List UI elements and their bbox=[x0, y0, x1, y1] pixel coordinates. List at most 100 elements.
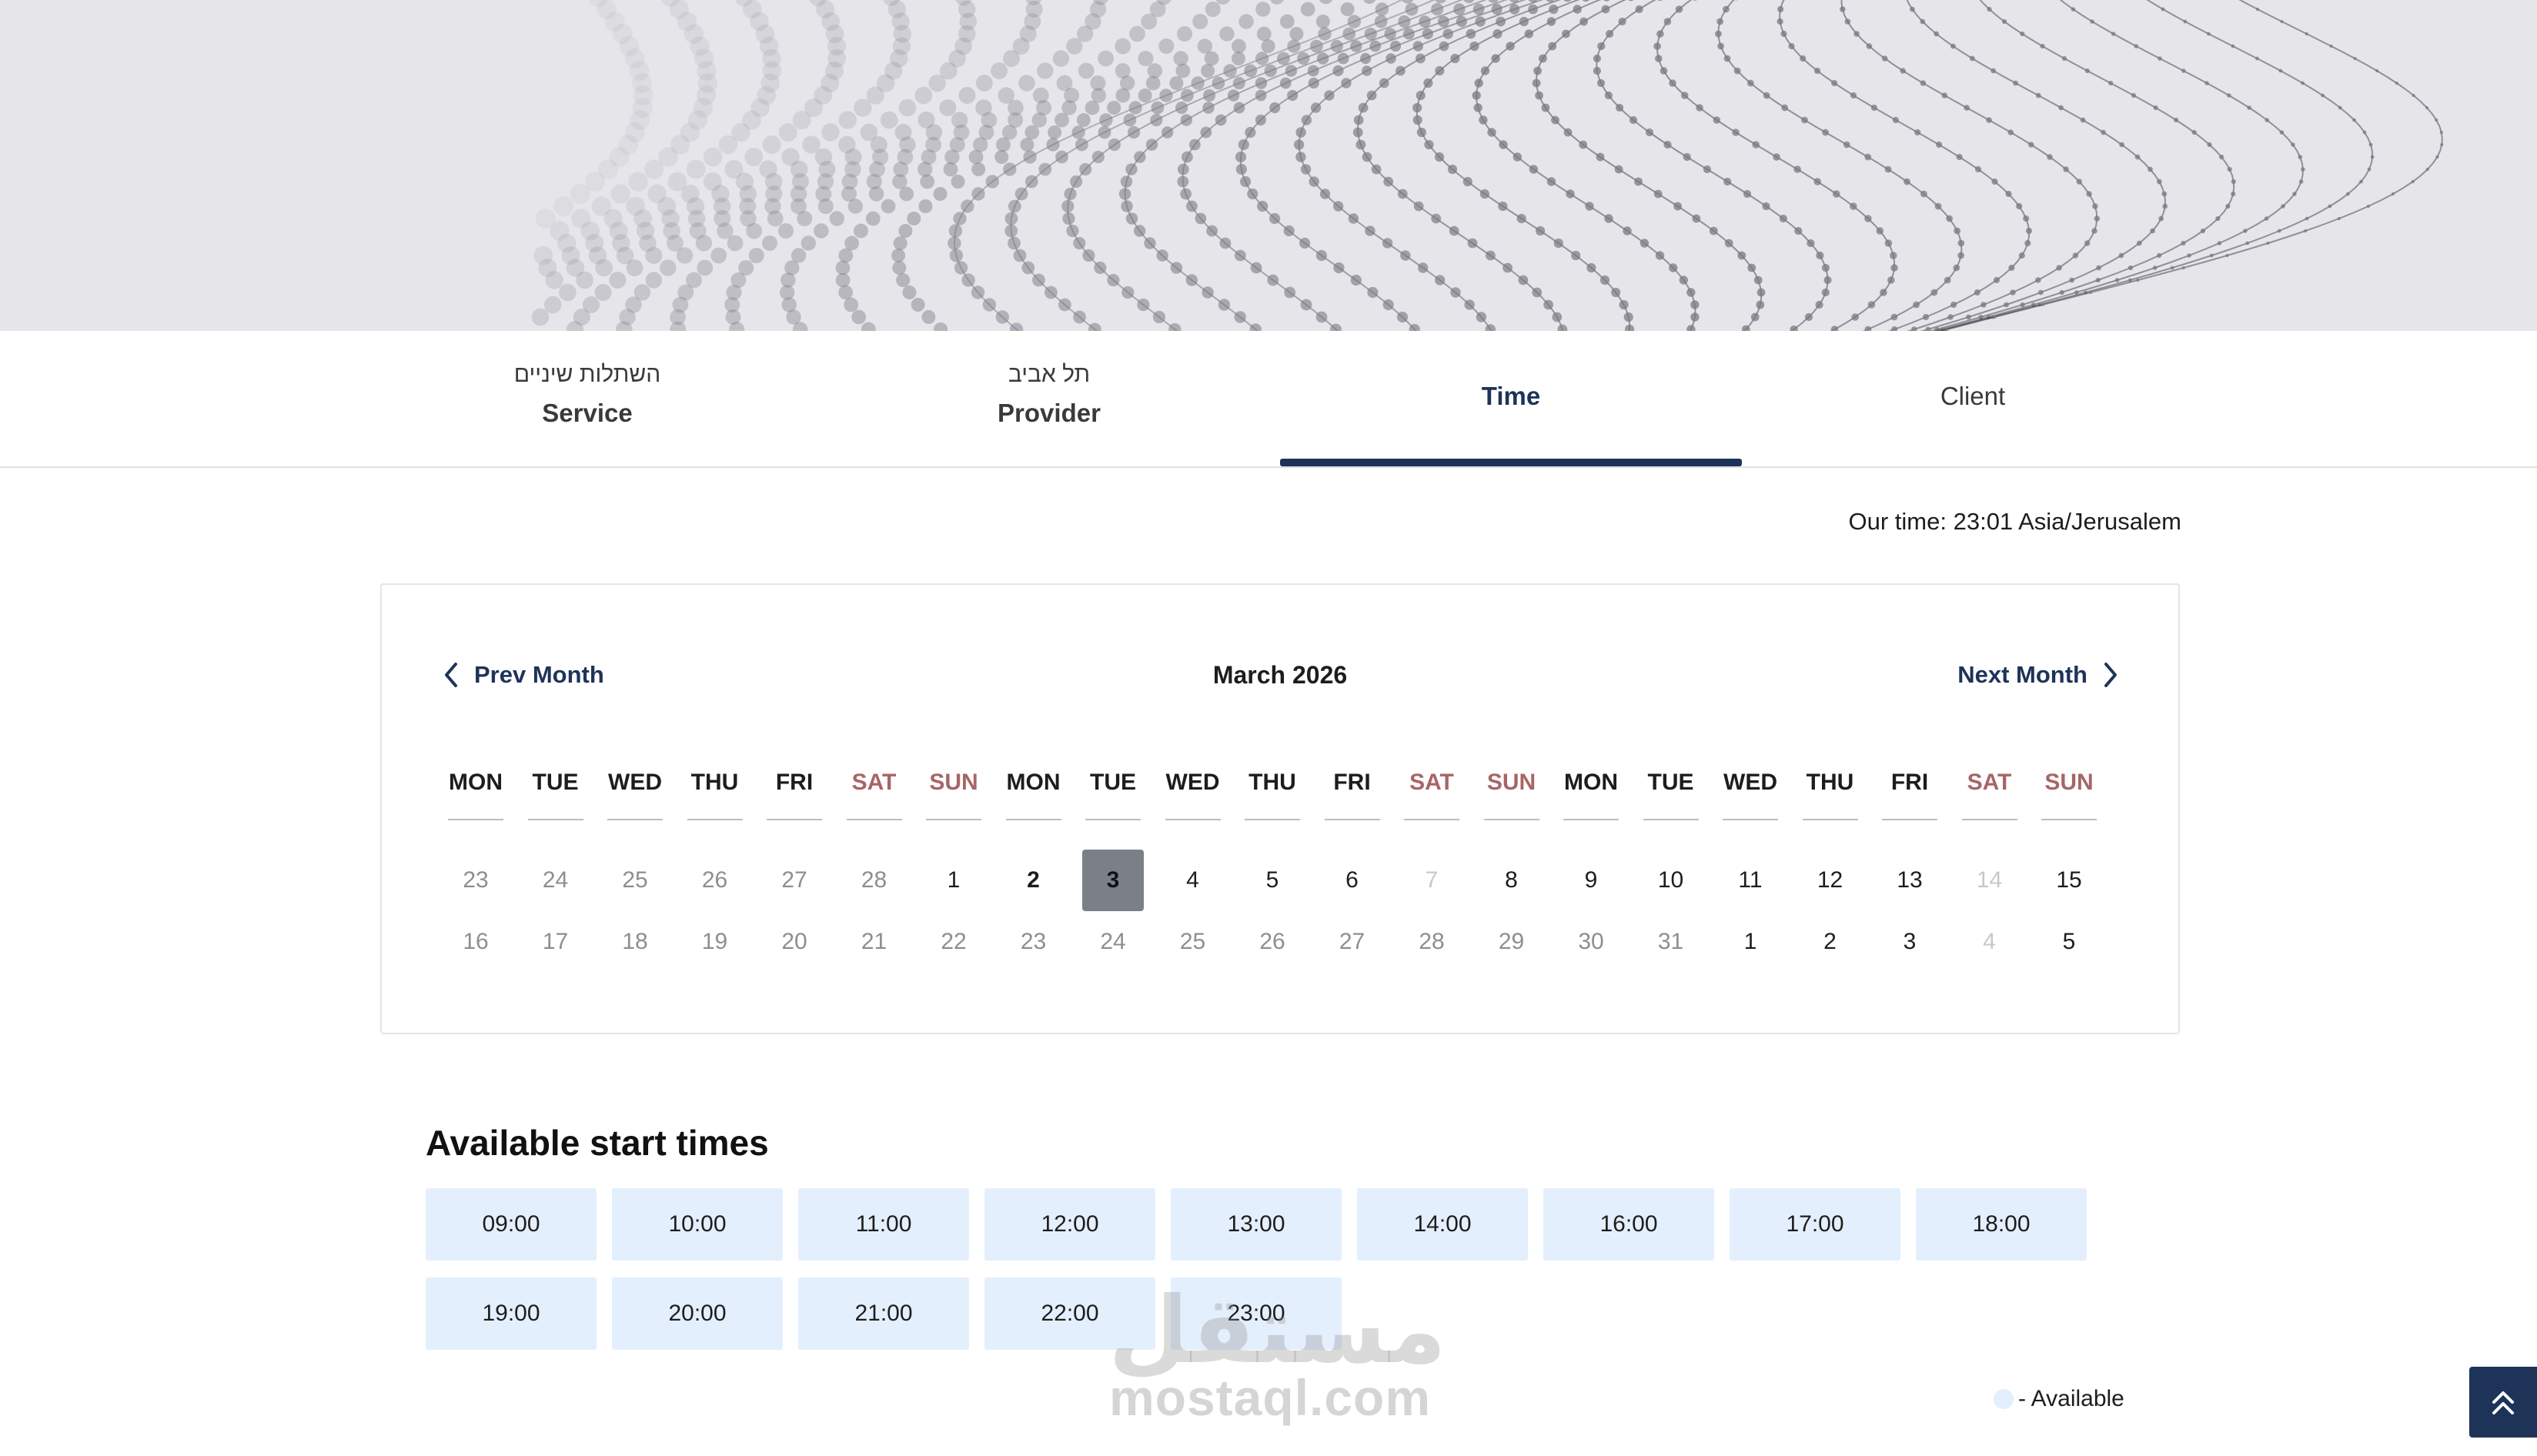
scroll-to-top-button[interactable] bbox=[2469, 1367, 2537, 1438]
calendar-day[interactable]: 2 bbox=[1800, 911, 1861, 973]
calendar-day[interactable]: 3 bbox=[1879, 911, 1940, 973]
weekday-sun: SUN bbox=[924, 770, 983, 820]
calendar-day[interactable]: 24 bbox=[1082, 911, 1144, 973]
calendar-day[interactable]: 18 bbox=[604, 911, 666, 973]
weekday-fri: FRI bbox=[765, 770, 824, 820]
calendar-day[interactable]: 21 bbox=[844, 911, 905, 973]
calendar-day[interactable]: 11 bbox=[1720, 850, 1781, 911]
calendar-day[interactable]: 5 bbox=[2038, 911, 2100, 973]
time-slot-button[interactable]: 21:00 bbox=[798, 1277, 969, 1350]
calendar-day[interactable]: 8 bbox=[1481, 850, 1543, 911]
double-chevron-up-icon bbox=[2492, 1391, 2514, 1414]
calendar-day[interactable]: 27 bbox=[764, 850, 825, 911]
watermark-latin: mostaql.com bbox=[1108, 1369, 1432, 1426]
time-slot-button[interactable]: 20:00 bbox=[612, 1277, 783, 1350]
time-slot-button[interactable]: 11:00 bbox=[798, 1188, 969, 1261]
provider-value: תל אביב bbox=[1008, 362, 1091, 387]
available-dot-icon bbox=[1994, 1389, 2014, 1409]
weekday-thu: THU bbox=[1243, 770, 1302, 820]
weekday-fri: FRI bbox=[1323, 770, 1382, 820]
tab-provider[interactable]: תל אביב Provider bbox=[818, 331, 1280, 468]
calendar-day[interactable]: 30 bbox=[1560, 911, 1622, 973]
calendar-day[interactable]: 29 bbox=[1481, 911, 1543, 973]
calendar-day[interactable]: 28 bbox=[844, 850, 905, 911]
calendar-day[interactable]: 4 bbox=[1959, 911, 2021, 973]
selected-day[interactable]: 3 bbox=[1082, 850, 1144, 911]
calendar-day[interactable]: 1 bbox=[1720, 911, 1781, 973]
weekday-mon: MON bbox=[446, 770, 505, 820]
calendar-day[interactable]: 7 bbox=[1401, 850, 1462, 911]
time-slot-button[interactable]: 14:00 bbox=[1357, 1188, 1528, 1261]
calendar-day[interactable]: 22 bbox=[923, 911, 984, 973]
calendar-day[interactable]: 25 bbox=[1162, 911, 1224, 973]
tab-provider-label: Provider bbox=[998, 399, 1101, 427]
calendar-day[interactable]: 15 bbox=[2038, 850, 2100, 911]
calendar-day[interactable]: 13 bbox=[1879, 850, 1940, 911]
calendar-day[interactable]: 26 bbox=[1242, 911, 1303, 973]
calendar-day[interactable]: 25 bbox=[604, 850, 666, 911]
calendar-day[interactable]: 10 bbox=[1640, 850, 1702, 911]
time-slot-button[interactable]: 13:00 bbox=[1171, 1188, 1342, 1261]
weekday-tue: TUE bbox=[526, 770, 585, 820]
calendar: Prev Month March 2026 Next Month MON TUE W… bbox=[380, 583, 2180, 1034]
calendar-day[interactable]: 6 bbox=[1322, 850, 1383, 911]
weekday-sat: SAT bbox=[1402, 770, 1461, 820]
time-slot-button[interactable]: 12:00 bbox=[984, 1188, 1155, 1261]
service-value: השתלות שיניים bbox=[513, 362, 661, 387]
month-title: March 2026 bbox=[1212, 661, 1348, 689]
calendar-day[interactable]: 26 bbox=[684, 850, 746, 911]
calendar-day[interactable]: 28 bbox=[1401, 911, 1462, 973]
weekday-wed: WED bbox=[1164, 770, 1222, 820]
weekday-sun: SUN bbox=[1482, 770, 1541, 820]
next-month-button[interactable]: Next Month bbox=[1957, 656, 2118, 694]
our-time-text: Our time: 23:01 Asia/Jerusalem bbox=[1848, 508, 2181, 535]
time-slot-button[interactable]: 09:00 bbox=[426, 1188, 597, 1261]
calendar-day[interactable]: 17 bbox=[525, 911, 587, 973]
calendar-day[interactable]: 9 bbox=[1560, 850, 1622, 911]
tab-service[interactable]: השתלות שיניים Service bbox=[356, 331, 818, 468]
tab-time[interactable]: Time bbox=[1280, 331, 1742, 468]
calendar-day[interactable]: 27 bbox=[1322, 911, 1383, 973]
weekday-sat: SAT bbox=[1960, 770, 2019, 820]
weekday-header-row: MON TUE WED THU FRI SAT SUN MON TUE WED THU FRI SAT S… bbox=[446, 770, 2117, 823]
time-slot-button[interactable]: 19:00 bbox=[426, 1277, 597, 1350]
weekday-tue: TUE bbox=[1084, 770, 1142, 820]
hero-dot-pattern bbox=[531, 0, 2444, 331]
weekday-wed: WED bbox=[606, 770, 664, 820]
calendar-day[interactable]: 20 bbox=[764, 911, 825, 973]
legend: - Available bbox=[1994, 1384, 2124, 1414]
tab-client-label: Client bbox=[1940, 382, 2006, 410]
weekday-sun: SUN bbox=[2040, 770, 2098, 820]
calendar-day[interactable]: 19 bbox=[684, 911, 746, 973]
calendar-day[interactable]: 14 bbox=[1959, 850, 2021, 911]
calendar-day[interactable]: 24 bbox=[525, 850, 587, 911]
time-slot-button[interactable]: 18:00 bbox=[1916, 1188, 2087, 1261]
calendar-day[interactable]: 31 bbox=[1640, 911, 1702, 973]
time-slot-button[interactable]: 17:00 bbox=[1730, 1188, 1900, 1261]
tab-time-label: Time bbox=[1481, 382, 1541, 410]
hero-banner bbox=[0, 0, 2537, 331]
calendar-day[interactable]: 4 bbox=[1162, 850, 1224, 911]
active-tab-indicator bbox=[1280, 459, 1742, 466]
calendar-day[interactable]: 23 bbox=[445, 850, 506, 911]
calendar-day[interactable]: 23 bbox=[1003, 911, 1065, 973]
weekday-fri: FRI bbox=[1880, 770, 1939, 820]
time-slot-button[interactable]: 10:00 bbox=[612, 1188, 783, 1261]
weekday-tue: TUE bbox=[1642, 770, 1700, 820]
calendar-day[interactable]: 2 bbox=[1003, 850, 1065, 911]
tab-service-label: Service bbox=[542, 399, 633, 427]
time-slot-button[interactable]: 16:00 bbox=[1543, 1188, 1714, 1261]
calendar-day[interactable]: 1 bbox=[923, 850, 984, 911]
tab-client[interactable]: Client bbox=[1742, 331, 2204, 468]
weekday-thu: THU bbox=[1801, 770, 1860, 820]
weekday-sat: SAT bbox=[845, 770, 904, 820]
calendar-day[interactable]: 12 bbox=[1800, 850, 1861, 911]
weekday-mon: MON bbox=[1004, 770, 1063, 820]
calendar-day[interactable]: 5 bbox=[1242, 850, 1303, 911]
calendar-day[interactable]: 16 bbox=[445, 911, 506, 973]
next-month-label: Next Month bbox=[1957, 661, 2087, 688]
booking-steps: השתלות שיניים Service תל אביב Provider T… bbox=[0, 331, 2537, 468]
chevron-right-icon bbox=[2104, 663, 2117, 687]
weekday-wed: WED bbox=[1721, 770, 1780, 820]
weekday-thu: THU bbox=[686, 770, 744, 820]
